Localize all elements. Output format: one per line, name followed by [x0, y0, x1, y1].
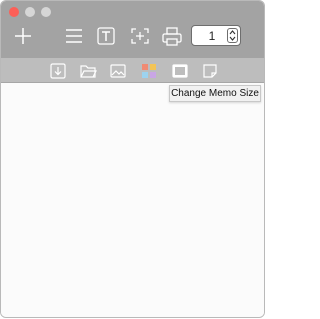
- close-button[interactable]: [9, 7, 19, 17]
- memo-size-icon: [172, 64, 188, 78]
- memo-content-area[interactable]: [1, 83, 264, 317]
- color-grid-icon: [142, 64, 156, 78]
- print-button[interactable]: [160, 25, 184, 47]
- image-button[interactable]: [109, 62, 127, 80]
- note-button[interactable]: [201, 62, 219, 80]
- tooltip: Change Memo Size: [169, 85, 261, 102]
- download-button[interactable]: [49, 62, 67, 80]
- text-icon: [97, 27, 115, 45]
- note-icon: [203, 64, 217, 78]
- page-stepper[interactable]: 1: [191, 25, 241, 46]
- color-button[interactable]: [140, 62, 158, 80]
- maximize-button[interactable]: [41, 7, 51, 17]
- add-icon: [15, 28, 31, 44]
- text-button[interactable]: [94, 25, 118, 47]
- minimize-button[interactable]: [25, 7, 35, 17]
- secondary-toolbar: [1, 58, 264, 83]
- add-button[interactable]: [11, 25, 35, 47]
- app-window: 1 Change Memo Size: [0, 0, 265, 318]
- fit-screen-icon: [131, 28, 149, 44]
- list-button[interactable]: [62, 25, 86, 47]
- list-icon: [66, 29, 82, 43]
- open-folder-button[interactable]: [79, 62, 97, 80]
- download-icon: [50, 63, 66, 79]
- titlebar: 1: [1, 1, 264, 58]
- folder-icon: [80, 65, 97, 78]
- memo-size-button[interactable]: [171, 62, 189, 80]
- stepper-arrows[interactable]: [227, 28, 238, 43]
- image-icon: [110, 64, 126, 78]
- print-icon: [162, 27, 182, 46]
- fit-screen-button[interactable]: [128, 25, 152, 47]
- page-stepper-value[interactable]: 1: [196, 28, 228, 44]
- up-down-arrows-icon: [229, 30, 236, 41]
